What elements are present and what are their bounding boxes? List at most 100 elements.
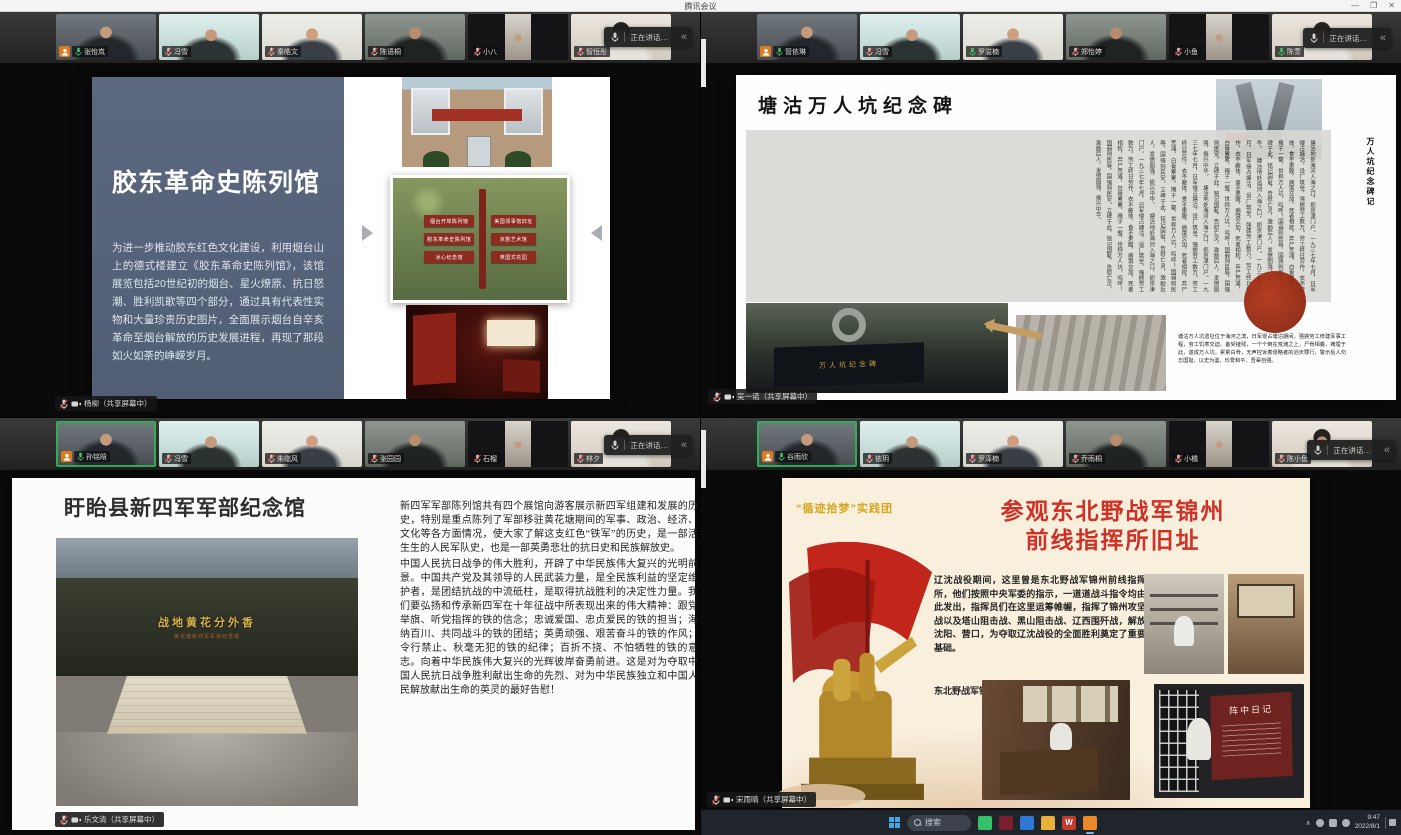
- participant-video[interactable]: 朱临风: [262, 421, 362, 467]
- paragraph-1: 新四军军部陈列馆共有四个展馆向游客展示新四军组建和发展的历史，特别是重点陈列了军…: [400, 500, 698, 556]
- camera-icon: [71, 816, 81, 824]
- presenter-icon: [762, 48, 770, 56]
- speaking-indicator[interactable]: 正在讲话… «: [604, 27, 692, 47]
- collapse-icon[interactable]: «: [1384, 444, 1388, 456]
- participant-nameplate: 朱临风: [265, 453, 301, 464]
- close-button[interactable]: ✕: [1388, 0, 1395, 11]
- participant-video[interactable]: 郑怡婷: [1066, 14, 1166, 60]
- photo-museum-building: [402, 77, 552, 167]
- participant-video[interactable]: 管依琳: [757, 14, 857, 60]
- participant-video[interactable]: 依玥: [860, 421, 960, 467]
- search-icon: [914, 819, 921, 826]
- participant-name: 陈萱: [1287, 47, 1301, 57]
- participant-video[interactable]: 罗泽楠: [963, 421, 1063, 467]
- file-explorer-icon[interactable]: [1041, 816, 1055, 830]
- participant-video[interactable]: 小鱼: [1169, 14, 1269, 60]
- network-tray-icon[interactable]: [1329, 819, 1337, 827]
- mic-on-icon: [776, 47, 783, 56]
- start-button[interactable]: [889, 817, 900, 828]
- meeting-window-2: 管依琳冯雪罗溢楠郑怡婷小鱼陈萱 正在讲话… « 塘沽万人坑纪念碑 塘沽地处海河入…: [701, 11, 1401, 417]
- camera-icon: [723, 796, 733, 804]
- participant-video[interactable]: 秦皓文: [262, 14, 362, 60]
- participant-video[interactable]: 小橘: [1169, 421, 1269, 467]
- photo-museum-interior-2: [1228, 574, 1304, 674]
- slide-body: 为进一步推动胶东红色文化建设，利用烟台山上的德式楼建立《胶东革命史陈列馆》，该馆…: [112, 239, 324, 365]
- presenter-badge: [59, 46, 70, 57]
- participant-video[interactable]: 冯雪: [159, 14, 259, 60]
- maximize-button[interactable]: ❐: [1370, 0, 1377, 11]
- word-icon[interactable]: W: [1062, 816, 1076, 830]
- mic-off-icon: [969, 454, 976, 463]
- participant-video[interactable]: 小八: [468, 14, 568, 60]
- collapse-icon[interactable]: «: [1380, 32, 1384, 44]
- cloud-tray-icon[interactable]: [1316, 819, 1324, 827]
- speaking-indicator[interactable]: 正在讲话… «: [1307, 440, 1395, 460]
- edge-sliver: [701, 430, 706, 488]
- mic-off-icon: [1072, 454, 1079, 463]
- carousel-next-arrow[interactable]: [591, 225, 602, 241]
- speaking-indicator[interactable]: 正在讲话… «: [604, 435, 692, 455]
- mic-off-icon: [713, 392, 721, 402]
- collapse-icon[interactable]: «: [681, 31, 685, 43]
- tray-expand-icon[interactable]: ∧: [1306, 819, 1311, 827]
- meeting-window-1: 张怡岚冯雪秦皓文陈语桐小八智恒彤 正在讲话… « 胶东革命史陈列馆 为进一步推动…: [0, 11, 700, 417]
- participant-name: 管依琳: [785, 47, 806, 57]
- carousel-prev-arrow[interactable]: [362, 225, 373, 241]
- volume-tray-icon[interactable]: [1342, 819, 1350, 827]
- inscription-title: 万人坑纪念碑记: [1365, 137, 1376, 207]
- participant-video[interactable]: 冯雪: [860, 14, 960, 60]
- participant-video[interactable]: 孙铭晗: [56, 421, 156, 467]
- notification-icon[interactable]: [1385, 817, 1396, 829]
- windows-taskbar: 搜索 W ∧ 9:47 2022/8/1: [701, 810, 1401, 835]
- wechat-icon[interactable]: [978, 816, 992, 830]
- taskbar-clock[interactable]: 9:47 2022/8/1: [1355, 814, 1380, 830]
- participant-name: 小八: [483, 47, 497, 57]
- app-icon-blue[interactable]: [1020, 816, 1034, 830]
- app-icon-maroon[interactable]: [999, 816, 1013, 830]
- minimize-button[interactable]: —: [1351, 0, 1359, 11]
- participant-nameplate: 陈语桐: [368, 46, 404, 57]
- presenter-icon: [63, 453, 71, 461]
- participant-nameplate: 张怡岚: [72, 46, 108, 57]
- participant-video[interactable]: 乔雨桐: [1066, 421, 1166, 467]
- participant-video[interactable]: 张园园: [365, 421, 465, 467]
- participant-video[interactable]: 石榴: [468, 421, 568, 467]
- mic-off-icon: [1278, 454, 1285, 463]
- participant-name: 小鱼: [1184, 47, 1198, 57]
- taskbar-search[interactable]: 搜索: [907, 815, 971, 831]
- participant-video[interactable]: 罗溢楠: [963, 14, 1063, 60]
- collapse-icon[interactable]: «: [681, 439, 685, 451]
- participant-nameplate: 冯雪: [162, 453, 191, 464]
- participant-name: 陈小鱼: [1287, 454, 1308, 464]
- mic-off-icon: [866, 454, 873, 463]
- mic-off-icon: [577, 47, 584, 56]
- diary-panel-title: 阵中日记: [1210, 701, 1291, 718]
- mic-off-icon: [1072, 47, 1079, 56]
- participant-video[interactable]: 谷雨欣: [757, 421, 857, 467]
- presenter-icon: [61, 48, 69, 56]
- speaking-indicator[interactable]: 正在讲话… «: [1303, 28, 1391, 48]
- mic-off-icon: [268, 47, 275, 56]
- mic-off-icon: [1175, 454, 1182, 463]
- participant-video[interactable]: 陈语桐: [365, 14, 465, 60]
- mic-on-icon: [778, 452, 785, 461]
- mic-on-icon: [75, 47, 82, 56]
- participant-video[interactable]: 冯雪: [159, 421, 259, 467]
- sharer-label: 宋雨晴（共享屏幕中）: [707, 792, 816, 807]
- participant-nameplate: 谷雨欣: [775, 451, 811, 462]
- participant-strip: 张怡岚 冯雪秦皓文陈语桐 小八 智恒彤 正在讲话… «: [0, 11, 700, 63]
- mic-off-icon: [371, 454, 378, 463]
- photo-exhibit-interior: [406, 305, 548, 399]
- window-title: 腾讯会议: [0, 1, 1401, 12]
- participant-name: 石榴: [483, 454, 497, 464]
- participant-video[interactable]: 张怡岚: [56, 14, 156, 60]
- meeting-app-icon[interactable]: [1083, 816, 1097, 830]
- sharer-label: 乐文清（共享屏幕中）: [55, 812, 164, 827]
- speaking-text: 正在讲话…: [1333, 445, 1371, 456]
- mic-off-icon: [866, 47, 873, 56]
- mic-off-icon: [474, 454, 481, 463]
- participant-nameplate: 智恒彤: [574, 46, 610, 57]
- participant-name: 孙铭晗: [86, 452, 107, 462]
- window-titlebar: 腾讯会议 — ❐ ✕: [0, 0, 1401, 12]
- mural-subtext: 黄花塘新四军军部纪念馆: [174, 633, 240, 640]
